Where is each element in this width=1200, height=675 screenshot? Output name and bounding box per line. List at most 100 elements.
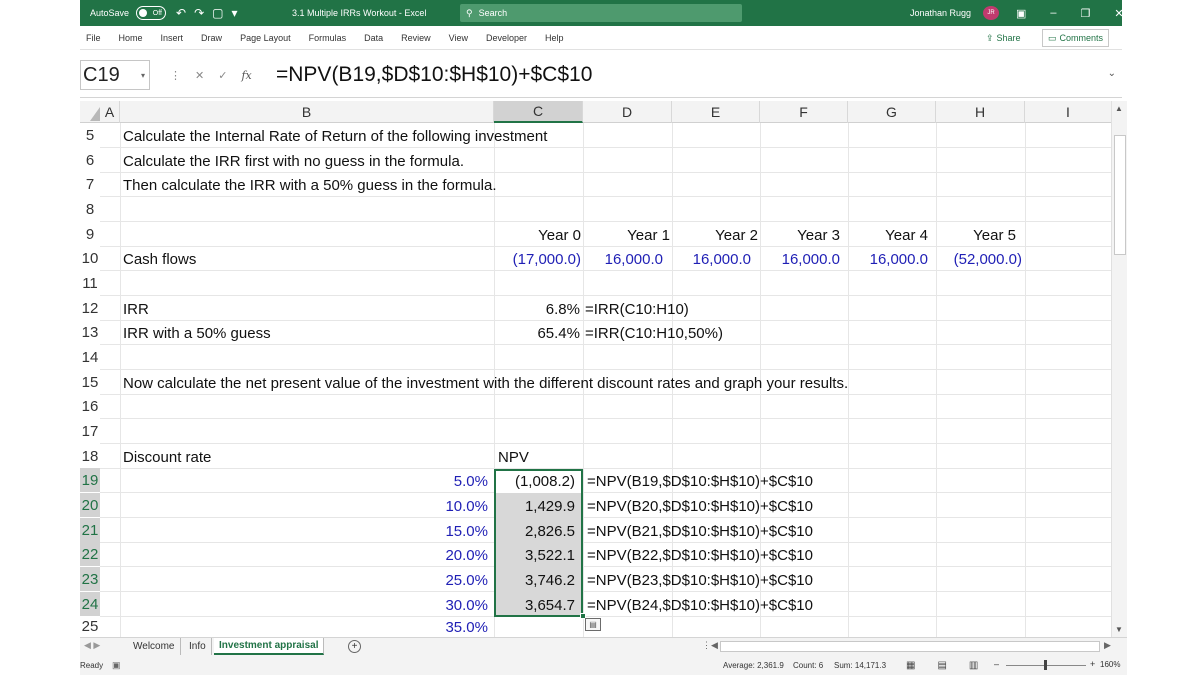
- column-header-a[interactable]: A: [100, 101, 120, 123]
- row-header-9[interactable]: 9: [80, 222, 100, 246]
- column-header-d[interactable]: D: [583, 101, 672, 123]
- enter-icon[interactable]: ✓: [218, 69, 227, 82]
- row-header-12[interactable]: 12: [80, 296, 100, 320]
- cell-c22[interactable]: 3,522.1: [494, 543, 575, 567]
- cell-b18[interactable]: Discount rate: [123, 445, 211, 469]
- tab-data[interactable]: Data: [364, 33, 383, 43]
- page-break-view-icon[interactable]: ▥: [969, 660, 978, 671]
- row-header-7[interactable]: 7: [80, 172, 100, 196]
- cell-b7[interactable]: Then calculate the IRR with a 50% guess …: [123, 173, 497, 197]
- cell-e10[interactable]: 16,000.0: [672, 247, 751, 271]
- camera-icon[interactable]: ▢: [212, 6, 223, 20]
- name-box[interactable]: C19 ▾: [80, 60, 150, 90]
- sheet-tab-investment-appraisal[interactable]: Investment appraisal: [214, 638, 325, 655]
- cell-c20[interactable]: 1,429.9: [494, 494, 575, 518]
- cell-b21[interactable]: 15.0%: [300, 519, 488, 543]
- row-header-19[interactable]: 19: [80, 468, 100, 492]
- formula-input[interactable]: =NPV(B19,$D$10:$H$10)+$C$10: [276, 62, 592, 88]
- autosave-toggle[interactable]: Off: [136, 6, 166, 20]
- row-header-16[interactable]: 16: [80, 394, 100, 418]
- cell-e9[interactable]: Year 2: [672, 223, 758, 247]
- tab-view[interactable]: View: [449, 33, 468, 43]
- tab-draw[interactable]: Draw: [201, 33, 222, 43]
- cell-d10[interactable]: 16,000.0: [583, 247, 663, 271]
- cell-f10[interactable]: 16,000.0: [760, 247, 840, 271]
- sheet-tab-welcome[interactable]: Welcome: [128, 638, 181, 655]
- row-header-18[interactable]: 18: [80, 444, 100, 468]
- sheet-nav-arrows-icon[interactable]: ◀ ▶: [84, 640, 100, 651]
- row-header-14[interactable]: 14: [80, 345, 100, 369]
- cancel-icon[interactable]: ✕: [195, 69, 204, 82]
- customize-qat-icon[interactable]: ▾: [231, 6, 237, 20]
- cell-c12[interactable]: 6.8%: [494, 297, 580, 321]
- tab-help[interactable]: Help: [545, 33, 564, 43]
- tab-developer[interactable]: Developer: [486, 33, 527, 43]
- cell-b10[interactable]: Cash flows: [123, 247, 196, 271]
- cell-c18[interactable]: NPV: [498, 445, 529, 469]
- cell-b15[interactable]: Now calculate the net present value of t…: [123, 371, 848, 395]
- restore-icon[interactable]: ❐: [1081, 7, 1091, 20]
- more-options-icon[interactable]: ⋮: [170, 69, 181, 82]
- cell-b20[interactable]: 10.0%: [300, 494, 488, 518]
- row-header-20[interactable]: 20: [80, 493, 100, 517]
- column-header-g[interactable]: G: [848, 101, 936, 123]
- zoom-level[interactable]: 160%: [1100, 660, 1120, 669]
- column-header-i[interactable]: I: [1025, 101, 1111, 123]
- scroll-left-icon[interactable]: ⋮◀: [702, 640, 718, 651]
- cell-c10[interactable]: (17,000.0): [494, 247, 581, 271]
- name-box-dropdown-icon[interactable]: ▾: [141, 71, 145, 80]
- cell-b6[interactable]: Calculate the IRR first with no guess in…: [123, 149, 464, 173]
- quick-analysis-icon[interactable]: ▤: [585, 618, 601, 631]
- cell-b12[interactable]: IRR: [123, 297, 149, 321]
- scrollbar-thumb[interactable]: [1114, 135, 1126, 255]
- row-header-17[interactable]: 17: [80, 419, 100, 443]
- row-header-5[interactable]: 5: [80, 123, 100, 147]
- tab-formulas[interactable]: Formulas: [309, 33, 347, 43]
- cell-d19[interactable]: =NPV(B19,$D$10:$H$10)+$C$10: [587, 469, 813, 493]
- cell-d21[interactable]: =NPV(B21,$D$10:$H$10)+$C$10: [587, 519, 813, 543]
- undo-icon[interactable]: ↶: [176, 6, 186, 20]
- status-count[interactable]: Count: 6: [793, 655, 823, 675]
- cell-c9[interactable]: Year 0: [494, 223, 581, 247]
- cell-g10[interactable]: 16,000.0: [848, 247, 928, 271]
- zoom-in-icon[interactable]: +: [1090, 659, 1095, 669]
- minimize-icon[interactable]: –: [1050, 7, 1056, 19]
- cell-d9[interactable]: Year 1: [583, 223, 670, 247]
- scroll-right-icon[interactable]: ▶: [1104, 640, 1111, 651]
- zoom-out-icon[interactable]: –: [994, 659, 999, 669]
- cell-b19[interactable]: 5.0%: [300, 469, 488, 493]
- row-header-25[interactable]: 25: [80, 616, 100, 637]
- tab-review[interactable]: Review: [401, 33, 431, 43]
- status-sum[interactable]: Sum: 14,171.3: [834, 655, 886, 675]
- cell-b23[interactable]: 25.0%: [300, 568, 488, 592]
- cell-d12[interactable]: =IRR(C10:H10): [585, 297, 689, 321]
- cell-b22[interactable]: 20.0%: [300, 543, 488, 567]
- add-sheet-icon[interactable]: +: [348, 640, 361, 653]
- user-name[interactable]: Jonathan Rugg: [910, 0, 971, 26]
- row-header-10[interactable]: 10: [80, 246, 100, 270]
- cell-c13[interactable]: 65.4%: [494, 321, 580, 345]
- cell-c19[interactable]: (1,008.2): [494, 469, 575, 493]
- cell-g9[interactable]: Year 4: [848, 223, 928, 247]
- cell-d24[interactable]: =NPV(B24,$D$10:$H$10)+$C$10: [587, 593, 813, 617]
- column-header-h[interactable]: H: [936, 101, 1025, 123]
- sheet-tab-info[interactable]: Info: [184, 638, 212, 655]
- search-box[interactable]: ⚲ Search: [460, 4, 742, 22]
- comments-button[interactable]: ▭ Comments: [1042, 29, 1110, 47]
- row-header-21[interactable]: 21: [80, 518, 100, 542]
- zoom-slider-knob[interactable]: [1044, 660, 1047, 670]
- cell-c24[interactable]: 3,654.7: [494, 593, 575, 617]
- page-layout-view-icon[interactable]: ▤: [937, 660, 946, 671]
- row-header-11[interactable]: 11: [80, 271, 100, 295]
- tab-home[interactable]: Home: [119, 33, 143, 43]
- vertical-scrollbar[interactable]: ▲ ▼: [1111, 101, 1127, 637]
- row-header-13[interactable]: 13: [80, 320, 100, 344]
- close-icon[interactable]: ✕: [1114, 7, 1123, 20]
- scroll-up-icon[interactable]: ▲: [1115, 104, 1123, 113]
- horizontal-scrollbar[interactable]: [720, 641, 1100, 652]
- scroll-down-icon[interactable]: ▼: [1115, 625, 1123, 634]
- insert-function-icon[interactable]: fx: [241, 69, 251, 82]
- cell-c21[interactable]: 2,826.5: [494, 519, 575, 543]
- macro-record-icon[interactable]: ▣: [112, 655, 121, 675]
- column-header-b[interactable]: B: [120, 101, 494, 123]
